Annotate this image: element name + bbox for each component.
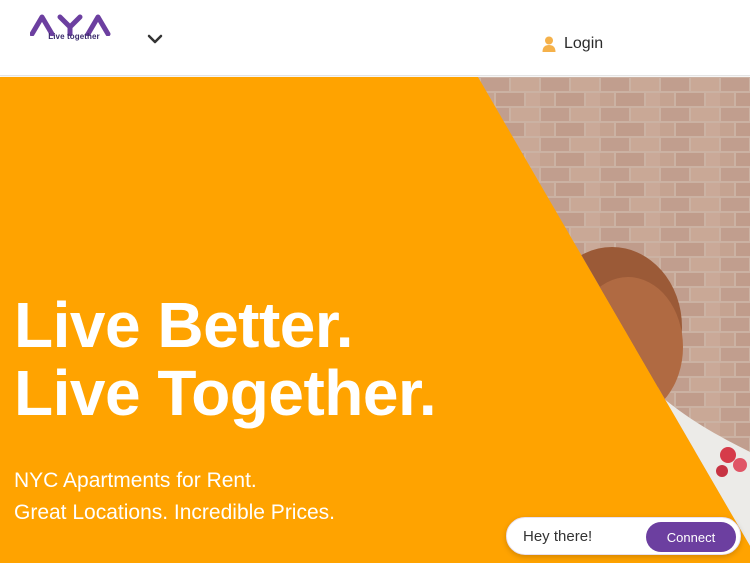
hero-title: Live Better. Live Together.: [14, 289, 437, 429]
user-icon: [542, 36, 556, 52]
login-label: Login: [564, 35, 604, 52]
hero-subtitle-line-2: Great Locations. Incredible Prices.: [14, 501, 335, 524]
hero-title-line-1: Live Better.: [14, 289, 354, 361]
site-header: Live together Login: [0, 0, 750, 76]
chat-widget[interactable]: Hey there! Connect: [506, 517, 741, 555]
logo-tagline: Live together: [48, 32, 100, 41]
chat-greeting: Hey there!: [523, 528, 593, 545]
chevron-down-icon[interactable]: [146, 32, 164, 46]
hero-subtitle: NYC Apartments for Rent. Great Locations…: [14, 465, 335, 529]
login-link[interactable]: Login: [542, 32, 603, 56]
hero-title-line-2: Live Together.: [14, 357, 437, 429]
hero-subtitle-line-1: NYC Apartments for Rent.: [14, 469, 257, 492]
hero-banner: Live Better. Live Together. NYC Apartmen…: [0, 77, 750, 563]
connect-button[interactable]: Connect: [646, 522, 736, 552]
